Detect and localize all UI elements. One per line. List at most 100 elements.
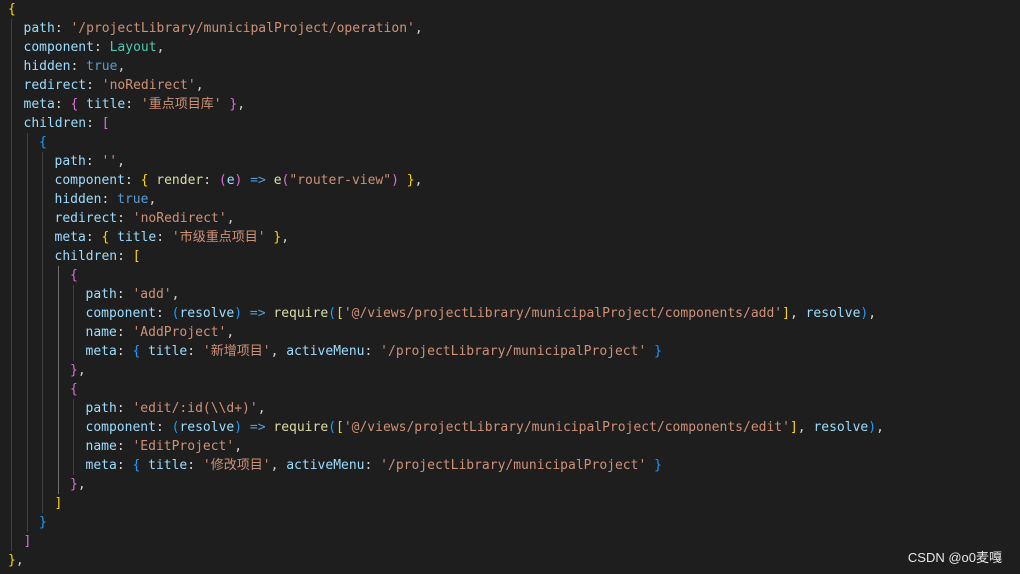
token-punctuation: , [234, 439, 243, 454]
code-line[interactable]: { [70, 380, 78, 399]
token-punctuation: : [116, 287, 133, 302]
code-line[interactable]: { [39, 133, 47, 152]
code-line[interactable]: meta: { title: '重点项目库' }, [24, 95, 246, 114]
token-punctuation: , [270, 458, 287, 473]
token-function-name: render [156, 173, 204, 188]
token-bracket: ] [782, 306, 790, 321]
code-line[interactable]: }, [70, 475, 86, 494]
token-punctuation: : [364, 458, 381, 473]
code-line[interactable]: path: '', [55, 152, 125, 171]
token-key: children [54, 249, 118, 264]
token-punctuation [646, 458, 654, 473]
code-line[interactable]: } [39, 513, 47, 532]
token-string: 'add' [132, 287, 172, 302]
code-line[interactable]: }, [70, 361, 86, 380]
token-bracket: { [70, 268, 78, 283]
token-punctuation [109, 230, 117, 245]
token-punctuation: : [116, 401, 133, 416]
token-key: name [85, 325, 117, 340]
token-bracket: ( [328, 420, 336, 435]
code-line[interactable]: component: (resolve) => require(['@/view… [86, 304, 877, 323]
token-string: '新增项目' [202, 344, 271, 359]
token-punctuation: : [54, 97, 71, 112]
token-bracket: { [70, 382, 78, 397]
code-line[interactable]: meta: { title: '修改项目', activeMenu: '/pro… [86, 456, 662, 475]
token-type-name: Layout [109, 40, 157, 55]
token-string: "router-view" [289, 173, 392, 188]
token-keyword: true [86, 59, 118, 74]
token-key: name [85, 439, 117, 454]
code-editor[interactable]: { path: '/projectLibrary/municipalProject… [0, 0, 1020, 574]
token-punctuation: : [93, 40, 110, 55]
code-line[interactable]: component: (resolve) => require(['@/view… [86, 418, 884, 437]
token-punctuation [78, 97, 86, 112]
token-variable: resolve [805, 306, 861, 321]
token-punctuation: , [156, 40, 165, 55]
token-punctuation: : [54, 21, 71, 36]
indent-guide [26, 133, 28, 532]
code-line[interactable]: ] [24, 532, 32, 551]
token-bracket: ] [54, 496, 63, 511]
code-line[interactable]: path: '/projectLibrary/municipalProject/… [24, 19, 423, 38]
token-punctuation: , [77, 363, 86, 378]
token-punctuation: , [148, 192, 157, 207]
token-key: hidden [23, 59, 71, 74]
code-line[interactable]: hidden: true, [55, 190, 157, 209]
token-function-name: e [273, 173, 282, 188]
token-variable: resolve [179, 306, 235, 321]
token-bracket: { [39, 135, 47, 150]
code-line[interactable]: component: { render: (e) => e("router-vi… [55, 171, 423, 190]
token-bracket: } [39, 515, 47, 530]
token-punctuation: , [414, 21, 423, 36]
token-punctuation: , [237, 97, 246, 112]
code-line[interactable]: redirect: 'noRedirect', [55, 209, 235, 228]
token-function-name: require [273, 420, 329, 435]
token-bracket: ) [234, 420, 243, 435]
token-key: redirect [23, 78, 87, 93]
code-line[interactable]: path: 'edit/:id(\\d+)', [86, 399, 266, 418]
code-line[interactable]: meta: { title: '新增项目', activeMenu: '/pro… [86, 342, 662, 361]
token-string: 'noRedirect' [101, 78, 196, 93]
token-punctuation: : [187, 344, 203, 359]
token-bracket: [ [101, 116, 110, 131]
token-string: '/projectLibrary/municipalProject' [380, 344, 647, 359]
code-line[interactable]: }, [8, 551, 24, 570]
indent-guide [42, 152, 43, 513]
token-key: title [86, 97, 126, 112]
code-line[interactable]: children: [ [24, 114, 110, 133]
indent-guide [73, 285, 74, 361]
token-string: '/projectLibrary/municipalProject/operat… [70, 21, 415, 36]
token-string: '重点项目库' [140, 97, 222, 112]
code-line[interactable]: name: 'AddProject', [86, 323, 235, 342]
token-key: path [23, 21, 55, 36]
token-variable: resolve [813, 420, 869, 435]
code-line[interactable]: meta: { title: '市级重点项目' }, [55, 228, 290, 247]
token-punctuation: : [156, 230, 172, 245]
token-bracket: } [406, 173, 415, 188]
code-line[interactable]: ] [55, 494, 63, 513]
token-key: activeMenu [286, 458, 365, 473]
token-punctuation: , [15, 553, 24, 568]
token-bracket: } [8, 553, 16, 568]
code-line[interactable]: redirect: 'noRedirect', [24, 76, 204, 95]
code-line[interactable]: { [70, 266, 78, 285]
token-punctuation [266, 173, 274, 188]
token-key: redirect [54, 211, 118, 226]
code-line[interactable]: { [8, 0, 16, 19]
code-line[interactable]: children: [ [55, 247, 141, 266]
token-string: 'noRedirect' [132, 211, 227, 226]
code-line[interactable]: path: 'add', [86, 285, 180, 304]
token-punctuation: , [281, 230, 290, 245]
token-string: '@/views/projectLibrary/municipalProject… [343, 306, 783, 321]
token-punctuation: , [117, 59, 126, 74]
code-line[interactable]: hidden: true, [24, 57, 126, 76]
token-string: 'edit/:id(\\d+)' [132, 401, 258, 416]
token-punctuation: , [226, 325, 235, 340]
token-function-name: require [273, 306, 329, 321]
token-punctuation: : [70, 59, 87, 74]
code-line[interactable]: name: 'EditProject', [86, 437, 243, 456]
code-line[interactable]: component: Layout, [24, 38, 165, 57]
token-bracket: ) [868, 420, 877, 435]
token-key: component [54, 173, 125, 188]
token-bracket: [ [132, 249, 141, 264]
